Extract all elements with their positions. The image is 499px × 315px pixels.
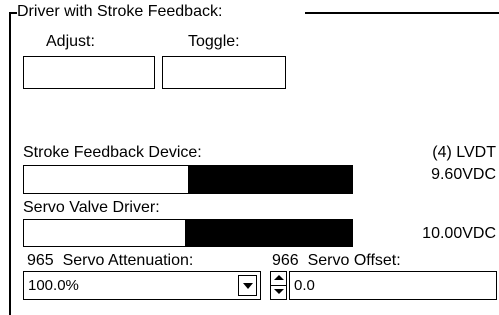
servo-driver-label: Servo Valve Driver:: [23, 199, 160, 216]
toggle-field[interactable]: [162, 56, 286, 89]
toggle-label: Toggle:: [188, 33, 240, 50]
servo-offset-input[interactable]: 0.0: [289, 271, 497, 300]
servo-offset-spin-up[interactable]: [270, 271, 287, 286]
servo-driver-reading: 10.00VDC: [422, 225, 496, 242]
servo-offset-number: 966: [272, 252, 299, 269]
servo-offset-label: Servo Offset:: [307, 252, 401, 269]
servo-attenuation-value: 100.0%: [28, 277, 79, 294]
stroke-feedback-label: Stroke Feedback Device:: [23, 144, 202, 161]
spinner-down-icon: [274, 289, 284, 294]
servo-attenuation-dropdown-button[interactable]: [238, 275, 257, 296]
chevron-down-icon: [243, 283, 253, 289]
group-frame-top-left: [9, 12, 17, 14]
spinner-up-icon: [274, 275, 284, 280]
adjust-label: Adjust:: [46, 33, 95, 50]
group-frame-left: [9, 12, 11, 315]
stroke-feedback-bar: [23, 165, 353, 194]
servo-attenuation-label-row: 965 Servo Attenuation:: [27, 251, 193, 271]
stroke-feedback-bar-fill: [188, 166, 352, 193]
servo-offset-label-row: 966 Servo Offset:: [272, 251, 401, 271]
servo-driver-bar-fill: [184, 220, 352, 246]
servo-attenuation-select[interactable]: 100.0%: [23, 271, 261, 300]
stroke-feedback-device: (4) LVDT: [432, 144, 496, 161]
group-frame-top-right: [305, 12, 499, 14]
servo-offset-value: 0.0: [294, 277, 315, 294]
group-title: Driver with Stroke Feedback:: [17, 3, 223, 20]
stroke-feedback-reading: 9.60VDC: [431, 166, 496, 183]
adjust-field[interactable]: [23, 56, 155, 89]
servo-driver-bar: [23, 219, 353, 247]
servo-attenuation-number: 965: [27, 252, 54, 269]
servo-offset-spin-down[interactable]: [270, 285, 287, 300]
servo-attenuation-label: Servo Attenuation:: [62, 252, 194, 269]
